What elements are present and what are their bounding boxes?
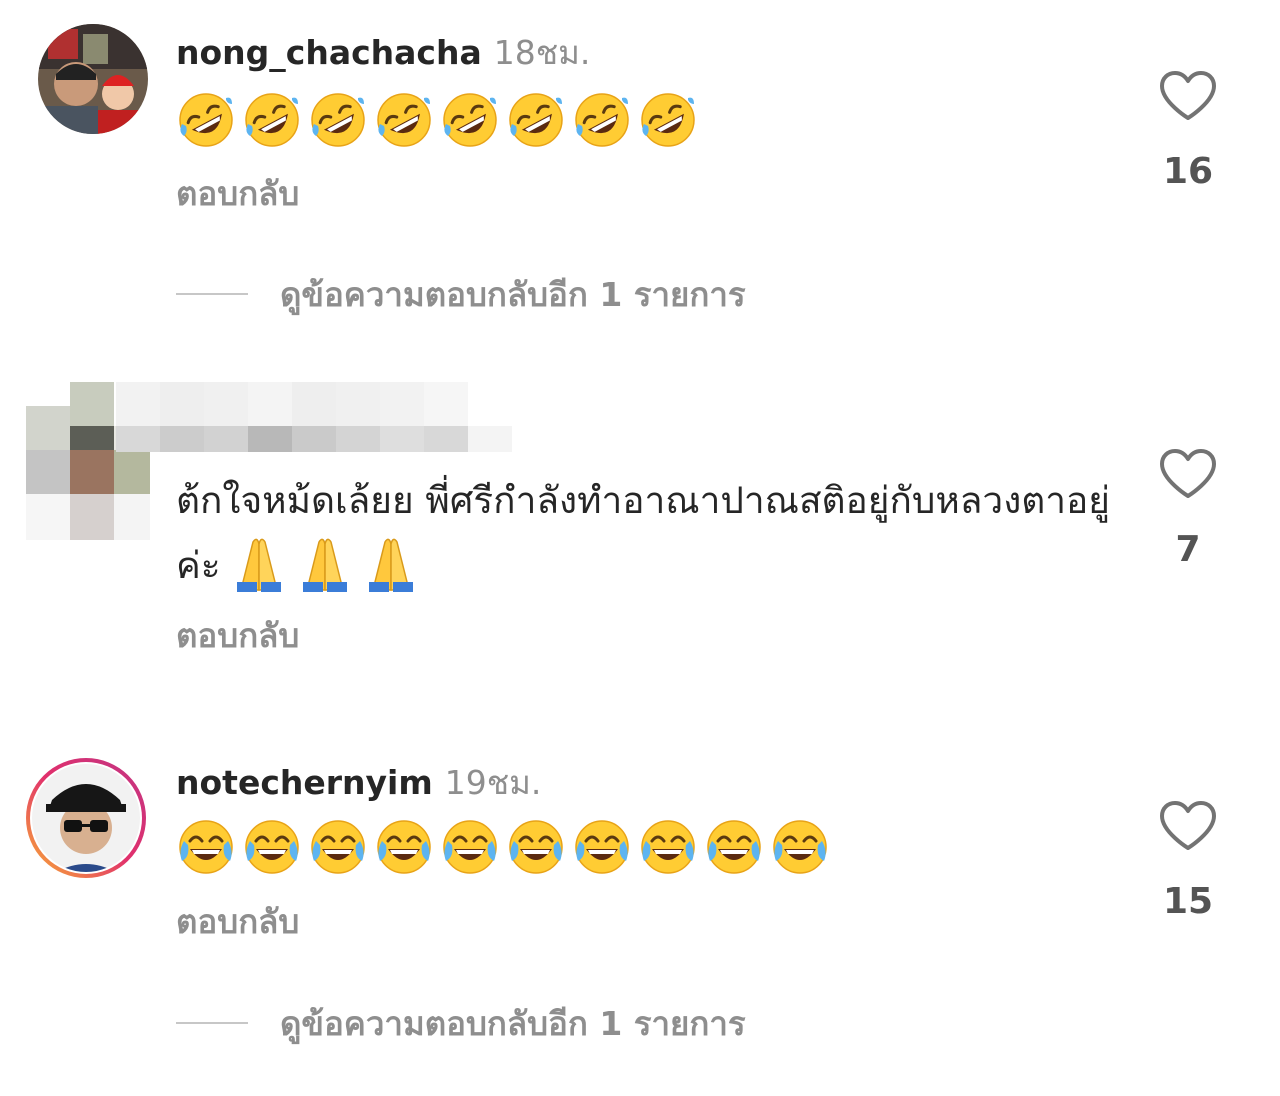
tears-of-joy-emoji-icon xyxy=(707,820,761,874)
divider-line xyxy=(176,1022,248,1024)
pixelation-mosaic xyxy=(116,382,512,452)
tears-of-joy-emoji-icon xyxy=(575,820,629,874)
rofl-emoji-icon xyxy=(311,93,365,147)
like-count: 7 xyxy=(1175,529,1201,570)
heart-icon[interactable] xyxy=(1158,70,1218,122)
comment-emoji-row xyxy=(229,532,421,592)
reply-button[interactable]: ตอบกลับ xyxy=(176,174,299,214)
rofl-emoji-icon xyxy=(245,93,299,147)
rofl-emoji-icon xyxy=(179,93,233,147)
heart-icon[interactable] xyxy=(1158,800,1218,852)
tears-of-joy-emoji-icon xyxy=(773,820,827,874)
comment-header: nong_chachacha 18ชม. xyxy=(176,33,590,73)
rofl-emoji-icon xyxy=(509,93,563,147)
avatar-photo xyxy=(38,24,148,134)
comment-emoji-row xyxy=(176,817,830,877)
pixelated-username xyxy=(116,382,516,452)
username[interactable]: notechernyim xyxy=(176,763,433,802)
view-replies-label: ดูข้อความตอบกลับอีก 1 รายการ xyxy=(280,274,746,314)
comment-time: 18ชม. xyxy=(493,33,591,72)
comment-time: 19ชม. xyxy=(444,763,542,802)
username[interactable]: nong_chachacha xyxy=(176,33,482,72)
folded-hands-emoji-icon xyxy=(302,538,347,592)
view-replies-button[interactable]: ดูข้อความตอบกลับอีก 1 รายการ xyxy=(176,274,746,314)
rofl-emoji-icon xyxy=(443,93,497,147)
view-replies-label: ดูข้อความตอบกลับอีก 1 รายการ xyxy=(280,1003,746,1043)
heart-icon[interactable] xyxy=(1158,448,1218,500)
tears-of-joy-emoji-icon xyxy=(443,820,497,874)
like-count: 15 xyxy=(1162,881,1214,922)
tears-of-joy-emoji-icon xyxy=(311,820,365,874)
folded-hands-emoji-icon xyxy=(236,538,281,592)
comment-emoji-row xyxy=(176,90,698,150)
reply-button[interactable]: ตอบกลับ xyxy=(176,902,299,942)
like-count: 16 xyxy=(1162,151,1214,192)
rofl-emoji-icon xyxy=(377,93,431,147)
reply-button[interactable]: ตอบกลับ xyxy=(176,616,299,656)
rofl-emoji-icon xyxy=(641,93,695,147)
comment-text: ต้กใจหม้ดเล้ยย พี่ศรีกำลังทำอาณาปาณสติอย… xyxy=(176,470,1116,597)
divider-line xyxy=(176,293,248,295)
tears-of-joy-emoji-icon xyxy=(179,820,233,874)
view-replies-button[interactable]: ดูข้อความตอบกลับอีก 1 รายการ xyxy=(176,1003,746,1043)
avatar[interactable] xyxy=(38,24,148,134)
tears-of-joy-emoji-icon xyxy=(509,820,563,874)
tears-of-joy-emoji-icon xyxy=(377,820,431,874)
folded-hands-emoji-icon xyxy=(368,538,413,592)
avatar-story-ring xyxy=(26,758,146,878)
tears-of-joy-emoji-icon xyxy=(245,820,299,874)
avatar[interactable] xyxy=(24,756,148,880)
comment-header: notechernyim 19ชม. xyxy=(176,763,541,803)
rofl-emoji-icon xyxy=(575,93,629,147)
tears-of-joy-emoji-icon xyxy=(641,820,695,874)
